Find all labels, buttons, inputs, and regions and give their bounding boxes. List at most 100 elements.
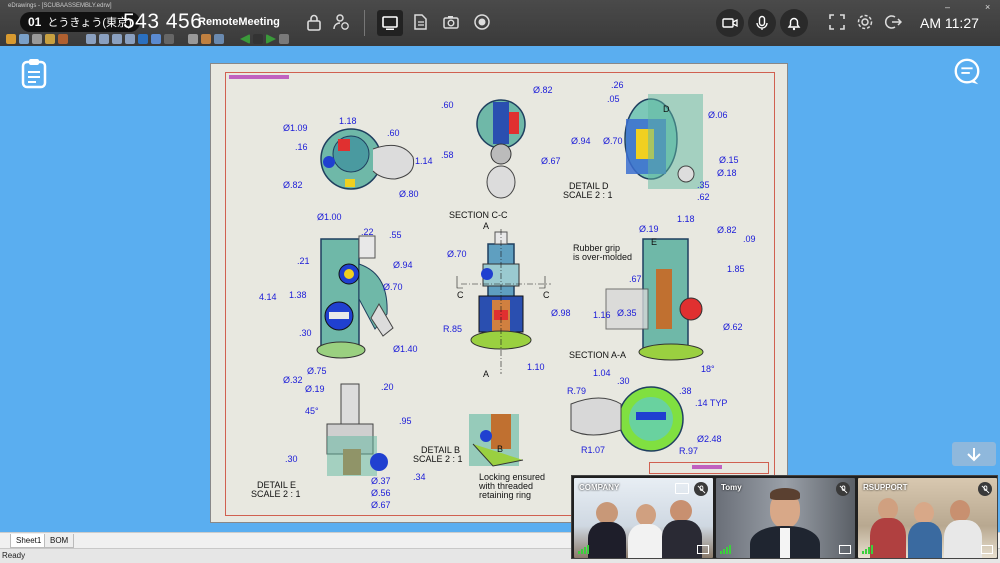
note-rubber-grip-2: is over-molded (573, 252, 633, 262)
toolbar-divider (364, 10, 365, 36)
dim: Ø.98 (551, 308, 571, 318)
dim: 1.16 (593, 310, 611, 320)
label-section-aa: SECTION A-A (569, 350, 627, 360)
animate-icon[interactable] (279, 34, 289, 44)
dim: .26 (611, 80, 624, 90)
room-badge[interactable]: 01 とうきょう(東京) (20, 12, 140, 32)
play-icon[interactable] (266, 34, 276, 44)
record-icon[interactable] (471, 11, 493, 33)
dim: Ø.62 (723, 322, 743, 332)
dim: .09 (743, 234, 756, 244)
meeting-id: 543 456 (123, 10, 203, 33)
display-style-icon[interactable] (164, 34, 174, 44)
mail-icon[interactable] (45, 34, 55, 44)
view-detail-e (326, 383, 388, 476)
detail-mark-e: E (651, 237, 658, 247)
dim: Ø.94 (571, 136, 591, 146)
section-mark-a-top: A (483, 221, 490, 231)
dim: Ø.37 (371, 476, 391, 486)
dim: 1.04 (593, 368, 611, 378)
cad-toolbar (0, 32, 360, 46)
dim: Ø.06 (708, 110, 728, 120)
exit-icon[interactable] (882, 11, 904, 33)
open-file-icon[interactable] (6, 34, 16, 44)
signal-strength-icon (578, 545, 589, 554)
dim: .21 (297, 256, 310, 266)
label-section-cc: SECTION C-C (449, 210, 508, 220)
options-icon[interactable] (58, 34, 68, 44)
dim: .35 (697, 180, 710, 190)
previous-icon[interactable] (240, 34, 250, 44)
section-mark-c-left: C (457, 290, 464, 300)
mic-muted-icon[interactable] (978, 482, 992, 496)
participant-tile[interactable]: COMPANY (574, 478, 713, 558)
detail-mark-b: B (497, 444, 504, 454)
status-text: Ready (2, 551, 26, 560)
fullscreen-icon[interactable] (826, 11, 848, 33)
chat-icon[interactable] (952, 57, 980, 89)
view-3d-icon[interactable] (151, 34, 161, 44)
mic-muted-icon[interactable] (694, 482, 708, 496)
drawing-sheet[interactable]: SECTION C-C SECTION A-A DETAIL D SCALE 2… (210, 63, 788, 523)
screen-share-status-icon (675, 483, 689, 494)
tab-bom[interactable]: BOM (44, 534, 75, 548)
participant-tile[interactable]: Tomy (716, 478, 855, 558)
notes-icon[interactable] (20, 57, 48, 89)
dim: Ø.82 (283, 180, 303, 190)
dim: 1.18 (677, 214, 695, 224)
dim: .67 (629, 274, 642, 284)
pan-icon[interactable] (138, 34, 148, 44)
dim: Ø2.48 (697, 434, 722, 444)
minimize-button[interactable]: – (945, 2, 950, 12)
zoom-icon[interactable] (99, 34, 109, 44)
dim: .38 (679, 386, 692, 396)
view-front (570, 386, 684, 452)
zoom-area-icon[interactable] (112, 34, 122, 44)
dim: R.97 (679, 446, 699, 456)
lock-icon[interactable] (303, 11, 325, 33)
signal-strength-icon (720, 545, 731, 554)
participant-tile[interactable]: RSUPPORT (858, 478, 997, 558)
participants-lock-icon[interactable] (330, 11, 352, 33)
close-button[interactable]: × (985, 2, 990, 12)
stop-icon[interactable] (253, 34, 263, 44)
camera-capture-icon[interactable] (440, 11, 462, 33)
dim: Ø.19 (639, 224, 659, 234)
label-detail-d-scale: SCALE 2 : 1 (563, 190, 613, 200)
markup-icon[interactable] (201, 34, 211, 44)
dim: 1.18 (339, 116, 357, 126)
settings-gear-icon[interactable] (854, 11, 876, 33)
rotate-icon[interactable] (125, 34, 135, 44)
notification-bell-icon[interactable] (780, 9, 808, 37)
save-icon[interactable] (19, 34, 29, 44)
mic-muted-icon[interactable] (836, 482, 850, 496)
zoom-fit-icon[interactable] (86, 34, 96, 44)
select-icon[interactable] (188, 34, 198, 44)
dim: Ø.35 (617, 308, 637, 318)
dim: .62 (697, 192, 710, 202)
dim: Ø.67 (371, 500, 391, 510)
print-icon[interactable] (32, 34, 42, 44)
document-icon[interactable] (409, 11, 431, 33)
participant-name: COMPANY (579, 483, 620, 492)
tab-sheet1[interactable]: Sheet1 (10, 534, 48, 548)
view-detail-b (469, 414, 524, 467)
screen-share-icon[interactable] (377, 10, 403, 36)
dim: .20 (381, 382, 394, 392)
label-detail-b-scale: SCALE 2 : 1 (413, 454, 463, 464)
participant-video (596, 502, 618, 524)
dim: Ø.56 (371, 488, 391, 498)
view-top-middle (476, 99, 526, 199)
dim: 1.38 (289, 290, 307, 300)
dim: Ø.18 (717, 168, 737, 178)
dim: .60 (441, 100, 454, 110)
section-mark-a-bottom: A (483, 369, 490, 379)
dim: 1.10 (527, 362, 545, 372)
dim: Ø.70 (383, 282, 403, 292)
dim: .55 (389, 230, 402, 240)
video-camera-icon[interactable] (716, 9, 744, 37)
meeting-toolbar: eDrawings - [SCUBAASSEMBLY.edrw] 01 とうきょ… (0, 0, 1000, 46)
measure-icon[interactable] (214, 34, 224, 44)
microphone-icon[interactable] (748, 9, 776, 37)
scroll-down-button[interactable] (952, 442, 996, 466)
